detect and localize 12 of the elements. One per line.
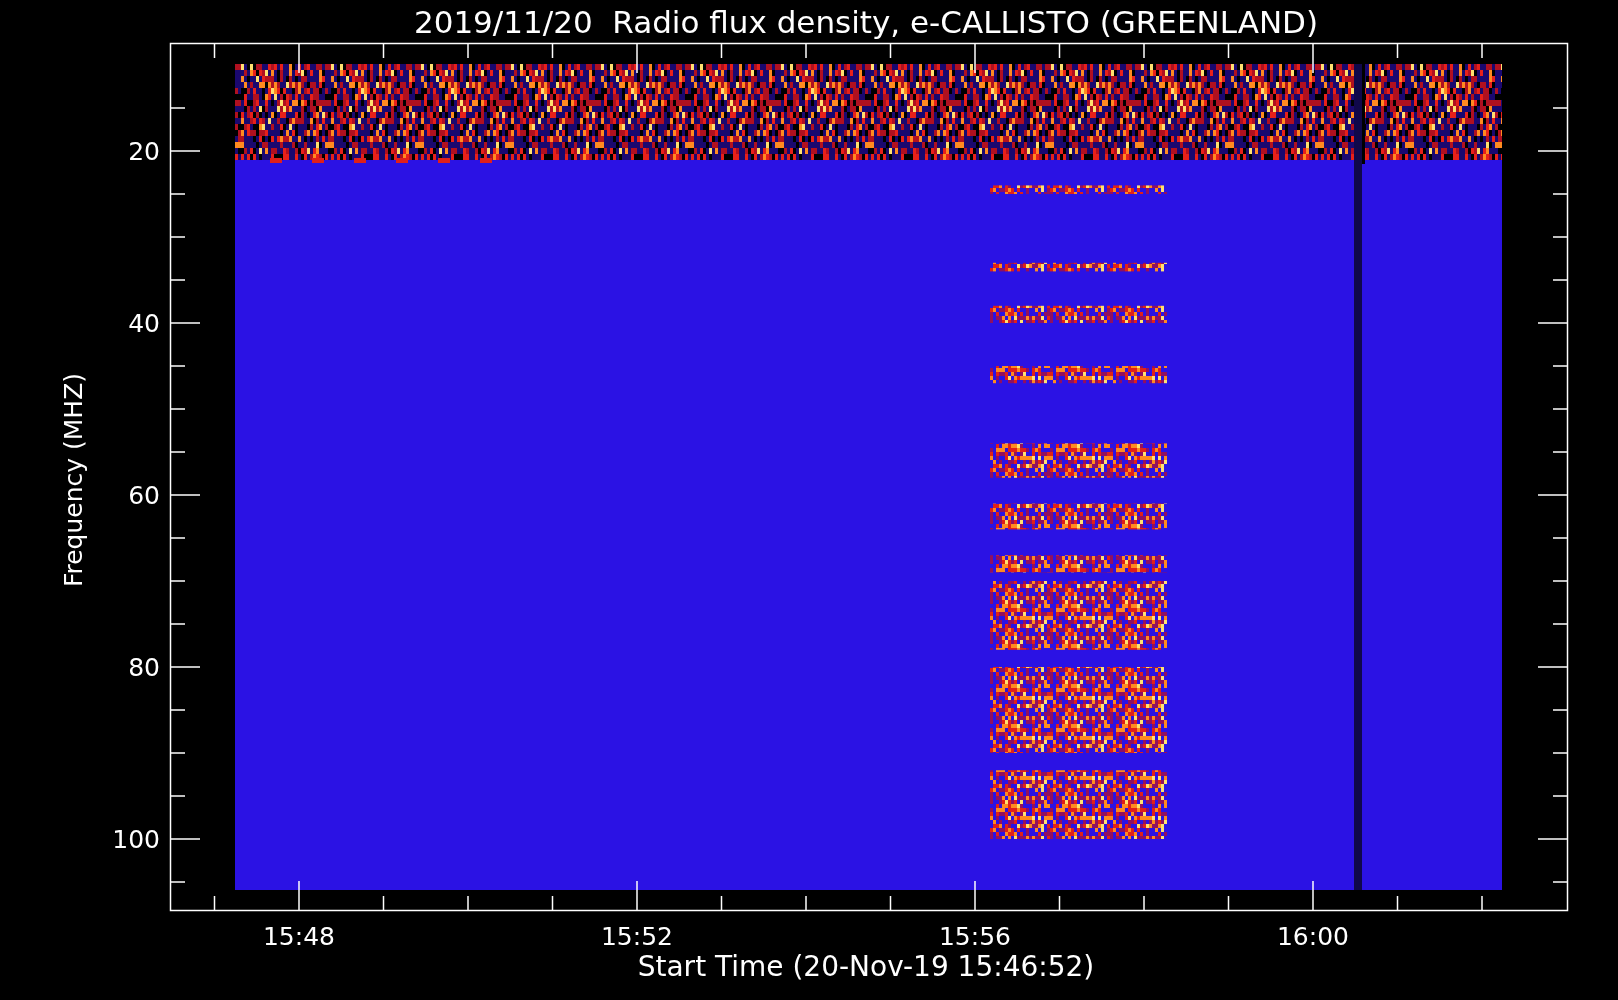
x-tick-label: 15:52 — [601, 922, 673, 951]
x-axis-label: Start Time (20-Nov-19 15:46:52) — [637, 950, 1095, 983]
x-tick-label: 16:00 — [1277, 922, 1349, 951]
y-tick-label: 20 — [128, 137, 160, 166]
x-tick-label: 15:56 — [939, 922, 1011, 951]
y-tick-label: 60 — [128, 481, 160, 510]
chart-title: 2019/11/20 Radio flux density, e-CALLISTO (GREENLAND) — [413, 4, 1319, 40]
x-tick-label: 15:48 — [263, 922, 335, 951]
y-tick-label: 80 — [128, 653, 160, 682]
y-tick-label: 40 — [128, 309, 160, 338]
y-axis-label: Frequency (MHZ) — [59, 372, 88, 588]
y-tick-label: 100 — [112, 825, 160, 854]
